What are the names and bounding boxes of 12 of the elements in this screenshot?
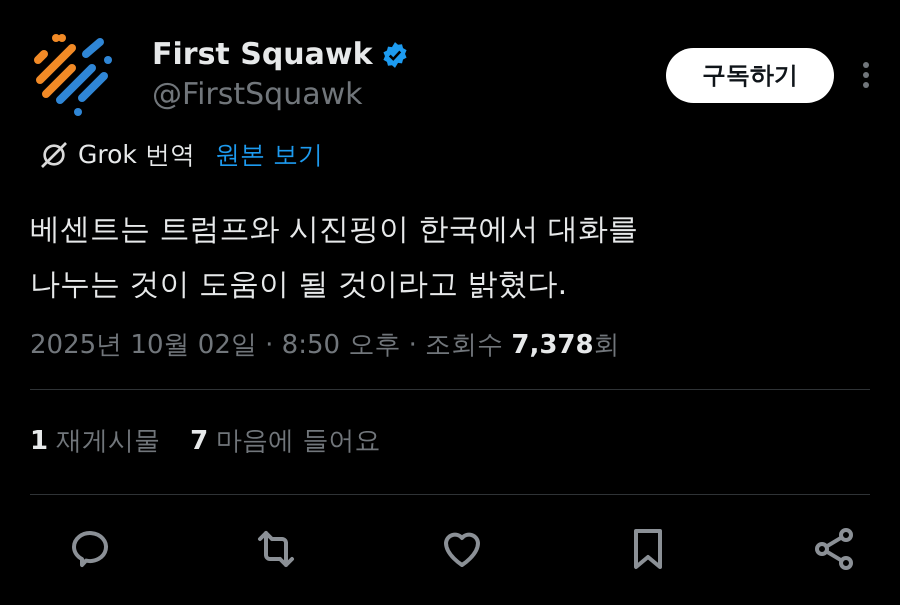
- post-meta: 2025년 10월 02일 · 8:50 오후 · 조회수 7,378회: [30, 328, 621, 362]
- more-options-icon[interactable]: [862, 61, 870, 89]
- subscribe-button[interactable]: 구독하기: [666, 48, 834, 102]
- stat-label[interactable]: 마음에 들어요: [216, 422, 380, 461]
- stat-count: 1: [30, 425, 48, 458]
- stat-label[interactable]: 재게시물: [56, 422, 160, 461]
- author-name[interactable]: First Squawk: [152, 35, 373, 75]
- post-text: 베센트는 트럼프와 시진핑이 한국에서 대화를 나누는 것이 도움이 될 것이라고 밝혔다.: [30, 210, 640, 304]
- stat-count: 7: [190, 425, 208, 458]
- translation-label: Grok 번역: [78, 139, 195, 171]
- show-original-link[interactable]: 원본 보기: [214, 136, 323, 174]
- author-handle[interactable]: @FirstSquawk: [152, 75, 409, 115]
